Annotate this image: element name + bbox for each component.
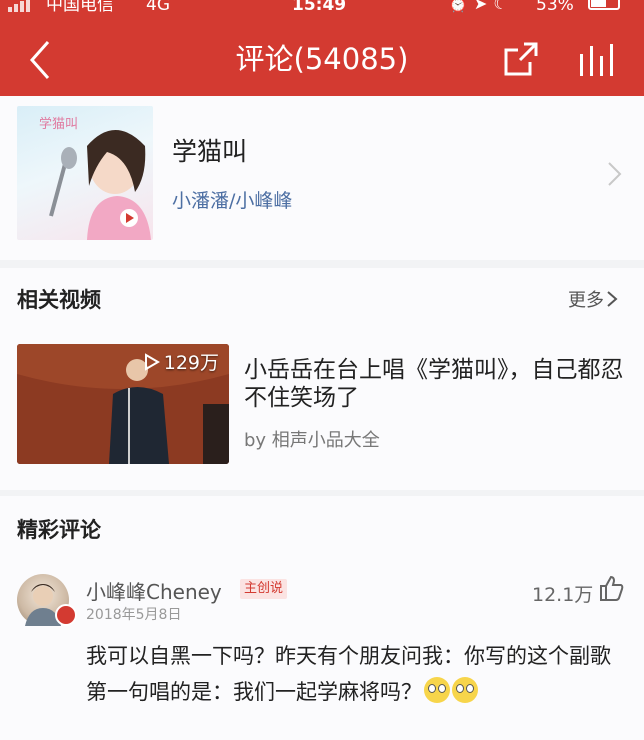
carrier-name: 中国电信 [46,0,114,15]
comment-body: 我可以自黑一下吗？昨天有个朋友问我：你写的这个副歌第一句唱的是：我们一起学麻将吗… [86,644,611,704]
cover-illustration: 学猫叫 [39,116,151,240]
more-label: 更多 [568,290,604,311]
play-count: 129万 [144,348,219,375]
comments-section: 精彩评论 小峰峰Cheney 主创说 2018年5月8日 12.1万 我可以自黑… [0,496,644,740]
section-title-hot-comments: 精彩评论 [17,518,101,542]
alarm-icon: ⏰ [448,0,474,13]
share-icon [504,42,538,76]
comment-username[interactable]: 小峰峰Cheney [86,576,222,605]
battery-percent: 53% [536,0,574,15]
top-bar: 中国电信 4G 15:49 ⏰➤☾ 53% 评论(54085) [0,0,644,96]
location-icon: ➤ [473,0,494,13]
page-title: 评论(54085) [235,42,409,76]
song-artist[interactable]: 小潘潘/小峰峰 [172,186,292,213]
avatar[interactable] [17,574,77,626]
cover-title-text: 学猫叫 [39,116,78,132]
network-type: 4G [146,0,170,15]
comment-text: 我可以自黑一下吗？昨天有个朋友问我：你写的这个副歌第一句唱的是：我们一起学麻将吗… [86,638,622,710]
thumbs-up-icon [600,575,624,601]
album-cover[interactable]: 学猫叫 [17,106,153,240]
share-button[interactable] [500,40,540,80]
clock: 15:49 [292,0,347,15]
video-source: by 相声小品大全 [244,430,380,451]
chart-button[interactable] [576,40,620,80]
more-videos-link[interactable]: 更多 [568,286,618,312]
like-button[interactable] [597,574,625,602]
video-title: 小岳岳在台上唱《学猫叫》，自己都忍不住笑场了 [244,357,624,411]
like-count: 12.1万 [532,584,594,606]
video-thumbnail[interactable]: 129万 [17,344,229,464]
creator-badge-icon [55,604,77,626]
rolling-eyes-emoji-icon [424,677,450,703]
status-bar: 中国电信 4G 15:49 ⏰➤☾ 53% [0,0,644,20]
signal-icon [8,0,30,12]
section-title-related-videos: 相关视频 [17,288,101,312]
chevron-right-icon [607,291,618,307]
related-videos-section: 相关视频 更多 129万 小岳岳在台上唱《学猫叫》，自己都忍不住笑场了 by 相… [0,268,644,490]
moon-icon: ☾ [493,0,514,13]
rolling-eyes-emoji-icon [452,677,478,703]
play-count-value: 129万 [163,352,219,374]
song-card[interactable]: 学猫叫 学猫叫 小潘潘/小峰峰 [0,96,644,260]
comment-date: 2018年5月8日 [86,607,182,623]
status-icons: ⏰➤☾ [448,0,514,13]
creator-tag: 主创说 [240,579,288,599]
play-icon [144,352,160,371]
bar-chart-icon [580,44,613,76]
chevron-right-icon [608,162,622,186]
video-item[interactable]: 129万 小岳岳在台上唱《学猫叫》，自己都忍不住笑场了 by 相声小品大全 [0,342,644,466]
song-title: 学猫叫 [172,137,248,166]
battery-icon [588,0,620,10]
